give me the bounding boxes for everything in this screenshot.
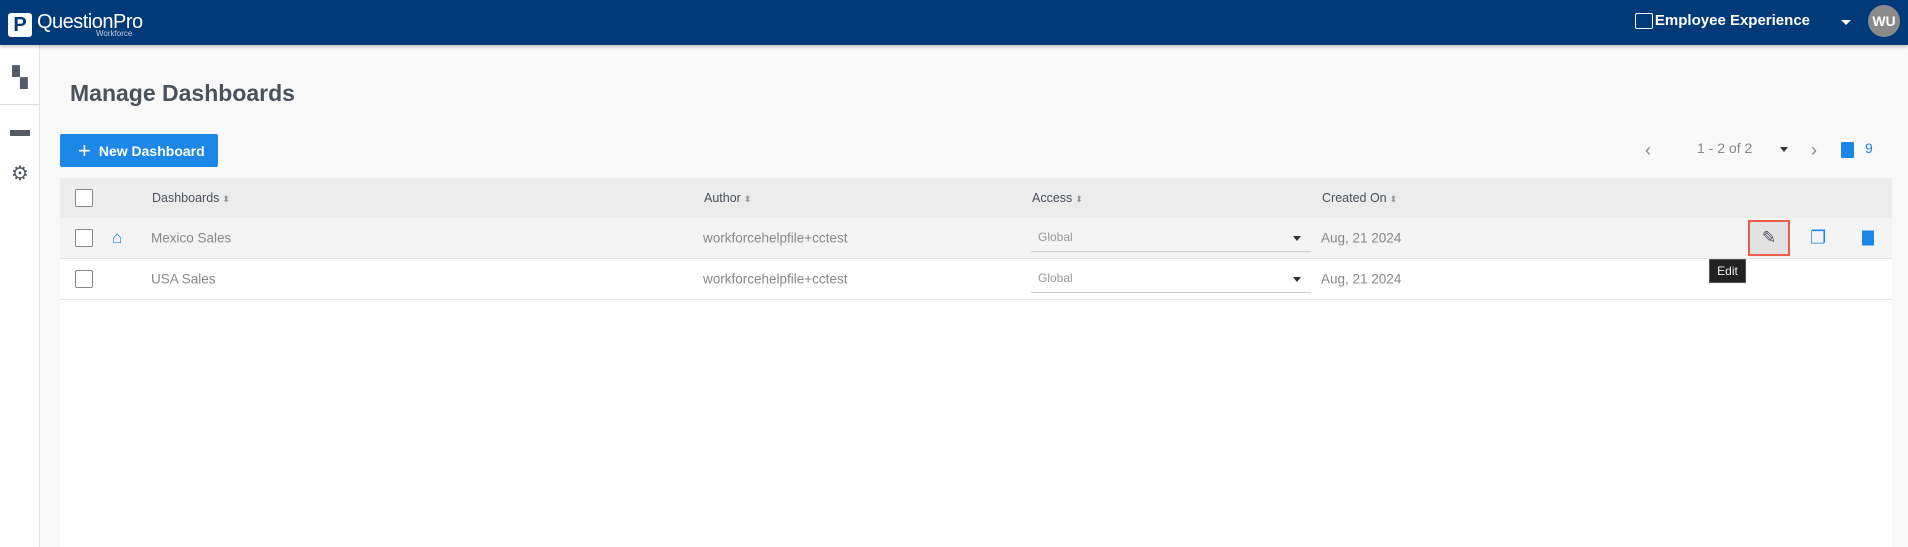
questionpro-logo[interactable]: P — [8, 13, 32, 37]
page-title: Manage Dashboards — [70, 80, 295, 106]
top-bar: P QuestionPro Workforce Employee Experie… — [0, 0, 1908, 45]
page-range-select[interactable]: 1 - 2 of 2 — [1697, 140, 1752, 156]
page-range-dropdown-icon[interactable] — [1780, 147, 1788, 156]
brand-subtitle: Workforce — [96, 29, 133, 38]
dashboard-name[interactable]: USA Sales — [151, 272, 216, 287]
delete-icon[interactable] — [1862, 230, 1874, 246]
row-checkbox[interactable] — [75, 229, 93, 247]
copy-icon[interactable]: ❐ — [1810, 228, 1826, 249]
dropdown-arrow-icon — [1293, 277, 1301, 286]
product-switcher[interactable]: Employee Experience — [1655, 12, 1810, 29]
column-created-on[interactable]: Created On ⬍ — [1322, 191, 1397, 205]
edit-button[interactable]: ✎ — [1748, 220, 1790, 256]
new-dashboard-label: New Dashboard — [98, 142, 205, 159]
trash-count[interactable]: 9 — [1865, 140, 1873, 156]
column-author[interactable]: Author ⬍ — [704, 191, 751, 205]
table-header: Dashboards ⬍ Author ⬍ Access ⬍ Created On ⬍ — [60, 178, 1892, 218]
column-dashboards[interactable]: Dashboards ⬍ — [152, 191, 230, 205]
column-label: Created On — [1322, 191, 1387, 205]
chevron-down-icon[interactable] — [1841, 20, 1851, 30]
column-label: Dashboards — [152, 191, 220, 205]
sort-icon: ⬍ — [743, 194, 752, 204]
created-on: Aug, 21 2024 — [1321, 271, 1402, 287]
column-access[interactable]: Access ⬍ — [1032, 191, 1083, 205]
access-value: Global — [1038, 230, 1073, 244]
edit-tooltip: Edit — [1710, 260, 1745, 282]
avatar[interactable]: WU — [1868, 5, 1900, 37]
dropdown-arrow-icon — [1293, 236, 1301, 245]
access-select[interactable]: Global — [1031, 265, 1311, 293]
author: workforcehelpfile+cctest — [703, 230, 848, 246]
table-row[interactable]: USA Sales workforcehelpfile+cctest Globa… — [60, 259, 1892, 300]
gear-icon[interactable]: ⚙ — [0, 153, 40, 193]
column-label: Access — [1032, 191, 1073, 205]
access-value: Global — [1038, 271, 1073, 285]
table-row[interactable]: ⌂ Mexico Sales workforcehelpfile+cctest … — [60, 218, 1892, 259]
dashboard-icon[interactable]: ▚ — [0, 50, 40, 105]
next-page-button[interactable]: › — [1811, 140, 1817, 161]
sidebar: ▚ ▬ ⚙ — [0, 45, 40, 547]
row-checkbox[interactable] — [75, 270, 93, 288]
dashboards-table: Dashboards ⬍ Author ⬍ Access ⬍ Created On ⬍ … — [60, 178, 1892, 547]
sort-icon: ⬍ — [1389, 194, 1398, 204]
previous-page-button[interactable]: ‹ — [1645, 140, 1651, 161]
trash-icon[interactable] — [1841, 142, 1854, 158]
folder-icon[interactable]: ▬ — [0, 110, 40, 150]
home-icon: ⌂ — [112, 228, 123, 247]
select-all-checkbox[interactable] — [75, 189, 93, 207]
sort-icon: ⬍ — [1075, 194, 1083, 204]
dashboard-name[interactable]: Mexico Sales — [151, 231, 231, 246]
pencil-icon: ✎ — [1761, 228, 1777, 247]
author: workforcehelpfile+cctest — [703, 271, 848, 287]
plus-icon: + — [78, 137, 91, 163]
new-dashboard-button[interactable]: + New Dashboard — [60, 134, 218, 167]
access-select[interactable]: Global — [1031, 224, 1311, 252]
sort-icon: ⬍ — [222, 194, 230, 204]
column-label: Author — [704, 191, 741, 205]
created-on: Aug, 21 2024 — [1321, 230, 1402, 246]
briefcase-icon — [1635, 13, 1653, 29]
